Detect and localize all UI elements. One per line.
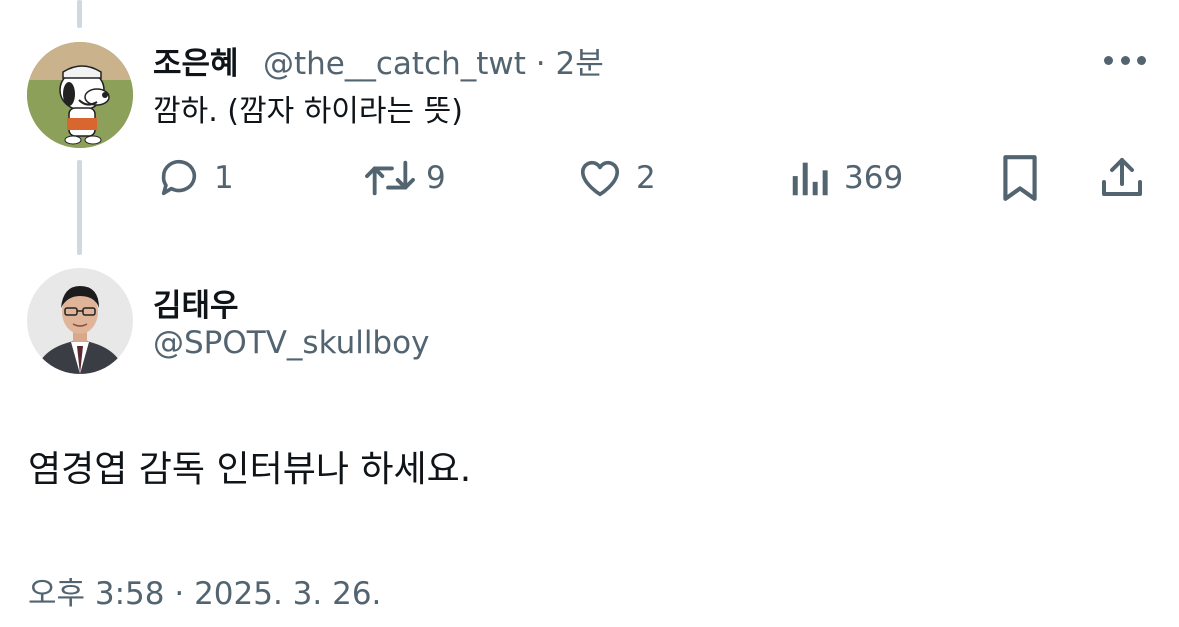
bookmark-icon: [1003, 155, 1037, 201]
views-chart-icon: [792, 162, 828, 196]
reply-handle[interactable]: @the__catch_twt: [263, 46, 526, 82]
main-display-name[interactable]: 김태우: [153, 280, 239, 325]
more-options-icon[interactable]: [1104, 50, 1146, 70]
share-icon: [1102, 158, 1142, 196]
reply-meta: @the__catch_twt · 2분: [263, 38, 604, 83]
tweet-timestamp[interactable]: 오후 3:58 · 2025. 3. 26.: [28, 568, 381, 613]
heart-icon: [580, 160, 620, 197]
reply-button[interactable]: 1: [156, 152, 234, 204]
bookmark-button[interactable]: [998, 152, 1042, 204]
views-button[interactable]: 369: [788, 152, 903, 204]
like-count: 2: [636, 160, 656, 196]
thread-line-bottom: [77, 160, 82, 255]
share-button[interactable]: [1098, 152, 1146, 204]
reply-icon: [161, 159, 197, 196]
retweet-icon: [365, 160, 415, 196]
like-button[interactable]: 2: [576, 152, 656, 204]
retweet-count: 9: [426, 160, 446, 196]
retweet-button[interactable]: 9: [362, 152, 446, 204]
reply-avatar[interactable]: [27, 42, 133, 148]
views-count: 369: [844, 160, 904, 196]
main-handle[interactable]: @SPOTV_skullboy: [153, 325, 429, 361]
main-avatar[interactable]: [27, 268, 133, 374]
reply-time[interactable]: 2분: [556, 46, 604, 82]
reply-text: 깜하. (깜자 하이라는 뜻): [153, 94, 463, 129]
reply-display-name[interactable]: 조은혜: [153, 38, 239, 83]
thread-line-top: [77, 0, 82, 28]
main-tweet-text: 염경엽 감독 인터뷰나 하세요.: [28, 449, 472, 490]
meta-separator: ·: [535, 46, 546, 82]
reply-count: 1: [214, 160, 234, 196]
